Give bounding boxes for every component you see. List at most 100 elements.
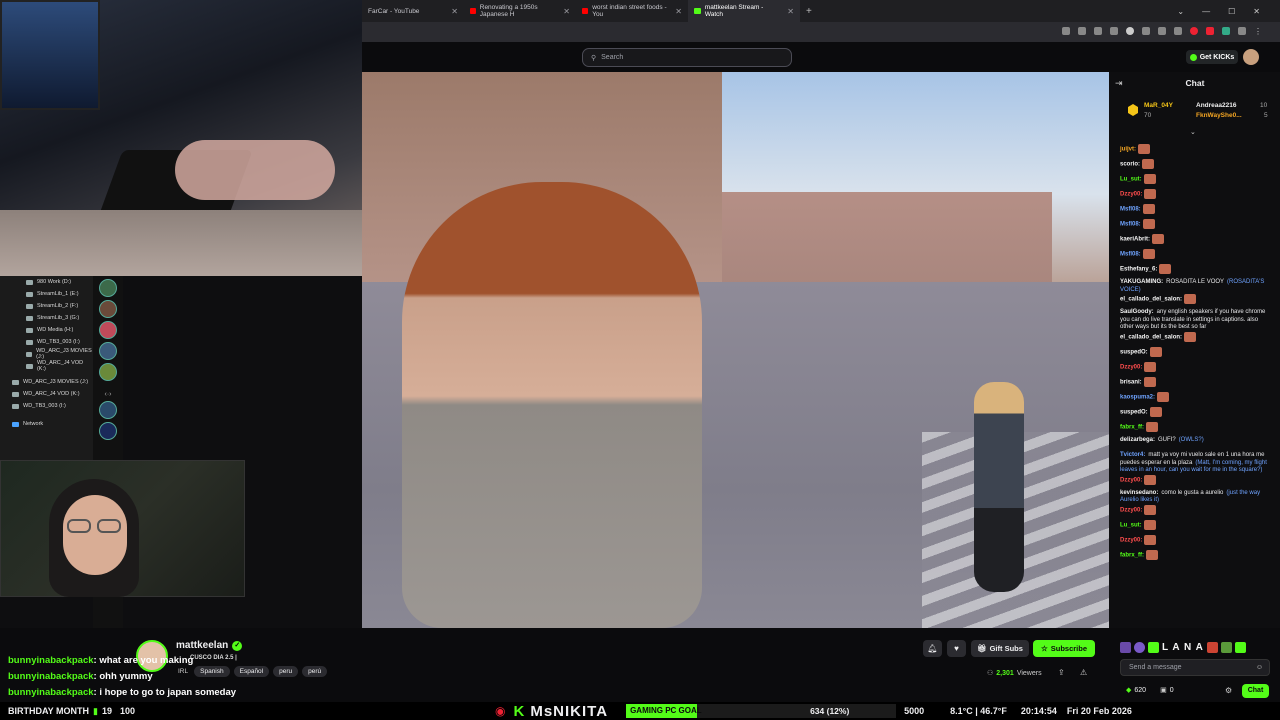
chat-username[interactable]: Dzzy00:: [1120, 192, 1142, 198]
extension-icon[interactable]: [1206, 27, 1214, 35]
points-icon[interactable]: ◆: [1126, 686, 1131, 694]
close-icon[interactable]: ✕: [669, 7, 682, 16]
chat-username[interactable]: Esthefany_6:: [1120, 267, 1157, 273]
extension-icon[interactable]: [1222, 27, 1230, 35]
extension-icon[interactable]: [1078, 27, 1086, 35]
chat-username[interactable]: juijvt:: [1120, 147, 1136, 153]
chat-username[interactable]: Lu_sut:: [1120, 177, 1142, 183]
chat-username[interactable]: scorio:: [1120, 162, 1140, 168]
chat-username[interactable]: Msfl08:: [1120, 222, 1141, 228]
channel-avatar[interactable]: [99, 363, 117, 381]
close-icon[interactable]: ✕: [781, 7, 794, 16]
explorer-drive-item[interactable]: WD_ARC_J4 VOD (K:): [0, 360, 93, 372]
emote-icon[interactable]: [1206, 641, 1218, 653]
explorer-drive-item[interactable]: WD_ARC_J3 MOVIES (J:): [0, 376, 93, 388]
chat-username[interactable]: brisani:: [1120, 380, 1142, 386]
download-icon[interactable]: [1110, 27, 1118, 35]
explorer-drive-item[interactable]: WD_ARC_J3 MOVIES (J:): [0, 348, 93, 360]
tab-indian-street-food[interactable]: worst indian street foods - You ✕: [576, 0, 688, 22]
channel-avatar[interactable]: [99, 279, 117, 297]
chat-username[interactable]: Msfl08:: [1120, 252, 1141, 258]
chat-username[interactable]: Lu_sut:: [1120, 523, 1142, 529]
chat-username[interactable]: fabrx_ff:: [1120, 553, 1144, 559]
chevron-down-icon[interactable]: ⌄: [1190, 128, 1196, 136]
chat-username[interactable]: suspedO:: [1120, 410, 1148, 416]
minimize-icon[interactable]: —: [1202, 7, 1210, 16]
tag-pill[interactable]: perú: [302, 666, 328, 677]
explorer-drive-item[interactable]: StreamLib_1 (E:): [0, 288, 93, 300]
gift-subs-button[interactable]: 🎁︎ Gift Subs: [971, 640, 1029, 657]
share-icon[interactable]: ⇪: [1058, 668, 1065, 677]
extension-icon[interactable]: [1062, 27, 1070, 35]
channel-avatar[interactable]: [99, 342, 117, 360]
tag-category[interactable]: IRL: [176, 666, 190, 677]
chat-username[interactable]: SaulGoody:: [1120, 309, 1154, 315]
chat-username[interactable]: el_callado_del_salon:: [1120, 335, 1182, 341]
menu-icon[interactable]: ⋮: [1254, 27, 1262, 36]
gift-icon[interactable]: ▣: [1160, 686, 1167, 694]
emote-icon[interactable]: [1148, 641, 1159, 653]
channel-avatar[interactable]: [99, 401, 117, 419]
notification-bell-button[interactable]: 🔔︎: [923, 640, 942, 657]
subscribe-button[interactable]: ☆ Subscribe: [1033, 640, 1095, 657]
chat-username[interactable]: Dzzy00:: [1120, 538, 1142, 544]
tag-pill[interactable]: Español: [233, 666, 270, 677]
extension-icon[interactable]: [1190, 27, 1198, 35]
channel-avatar[interactable]: [99, 422, 117, 440]
chat-username[interactable]: kaeriAbrit:: [1120, 237, 1150, 243]
chat-username[interactable]: delizarbega:: [1120, 437, 1155, 443]
chat-message-input[interactable]: Send a message ☺: [1120, 659, 1270, 676]
expand-icon[interactable]: ‹·›: [93, 391, 123, 398]
emote-icon[interactable]: [1134, 641, 1145, 653]
explorer-drive-item[interactable]: WD_TB3_003 (I:): [0, 336, 93, 348]
search-input[interactable]: ⚲ Search: [582, 48, 792, 67]
gear-icon[interactable]: ⚙: [1225, 686, 1232, 695]
chat-username[interactable]: Dzzy00:: [1120, 365, 1142, 371]
send-chat-button[interactable]: Chat: [1242, 684, 1269, 698]
chat-username[interactable]: YAKUGAMING:: [1120, 279, 1163, 285]
explorer-drive-item[interactable]: StreamLib_2 (F:): [0, 300, 93, 312]
channel-name[interactable]: mattkeelan: [176, 640, 228, 651]
chevron-down-icon[interactable]: ⌄: [1177, 7, 1184, 16]
channel-avatar[interactable]: [99, 300, 117, 318]
explorer-drive-item[interactable]: WD Media (H:): [0, 324, 93, 336]
chat-username[interactable]: Msfl08:: [1120, 207, 1141, 213]
close-window-icon[interactable]: ✕: [1253, 7, 1260, 16]
get-kicks-button[interactable]: Get KICKs: [1186, 50, 1238, 64]
chat-username[interactable]: fabrx_ff:: [1120, 425, 1144, 431]
chat-username[interactable]: el_callado_del_salon:: [1120, 297, 1182, 303]
maximize-icon[interactable]: ☐: [1228, 7, 1235, 16]
profile-icon[interactable]: [1238, 27, 1246, 35]
extension-icon[interactable]: [1174, 27, 1182, 35]
emote-icon[interactable]: [1120, 641, 1131, 653]
explorer-drive-item[interactable]: WD_ARC_J4 VOD (K:): [0, 388, 93, 400]
close-icon[interactable]: ✕: [445, 7, 458, 16]
report-icon[interactable]: ⚠: [1080, 668, 1087, 677]
tab-mattkeelan-stream[interactable]: mattkeelan Stream - Watch ✕: [688, 0, 800, 22]
extension-icon[interactable]: [1142, 27, 1150, 35]
explorer-drive-item[interactable]: WD_TB3_003 (I:): [0, 400, 93, 412]
tag-pill[interactable]: peru: [273, 666, 299, 677]
emoji-icon[interactable]: ☺: [1256, 664, 1263, 671]
explorer-drive-item[interactable]: StreamLib_3 (G:): [0, 312, 93, 324]
tag-pill[interactable]: Spanish: [194, 666, 230, 677]
extension-icon[interactable]: [1158, 27, 1166, 35]
chat-username[interactable]: kevinsedano:: [1120, 490, 1158, 496]
chat-username[interactable]: Dzzy00:: [1120, 508, 1142, 514]
chat-username[interactable]: kaospuma2:: [1120, 395, 1155, 401]
chat-username[interactable]: Dzzy00:: [1120, 477, 1142, 483]
bookmark-icon[interactable]: [1094, 27, 1102, 35]
tab-renovating[interactable]: Renovating a 1950s Japanese H ✕: [464, 0, 576, 22]
new-tab-icon[interactable]: +: [800, 6, 812, 17]
chat-username[interactable]: Tvictor4:: [1120, 452, 1145, 458]
tab-farcar[interactable]: FarCar - YouTube ✕: [362, 0, 464, 22]
stream-video-player[interactable]: [362, 72, 1109, 628]
emote-icon[interactable]: [1234, 641, 1246, 653]
channel-avatar[interactable]: [99, 321, 117, 339]
explorer-drive-item[interactable]: 980 Work (D:): [0, 276, 93, 288]
emote-icon[interactable]: [1220, 641, 1232, 653]
follow-heart-button[interactable]: ♥: [947, 640, 966, 657]
close-icon[interactable]: ✕: [557, 7, 570, 16]
extension-icon[interactable]: [1126, 27, 1134, 35]
explorer-drive-item[interactable]: Network: [0, 418, 93, 430]
